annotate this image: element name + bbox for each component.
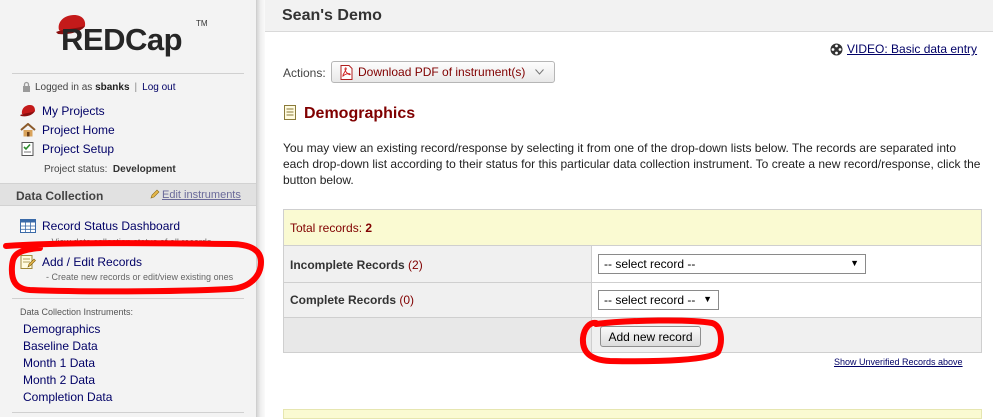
incomplete-records-label: Incomplete Records (2): [290, 258, 423, 272]
add-edit-records-label[interactable]: Add / Edit Records: [42, 255, 142, 269]
complete-records-text: Complete Records: [290, 293, 397, 307]
data-collection-header: Data Collection Edit instruments: [0, 183, 256, 206]
complete-records-row: Complete Records (0) -- select record --…: [284, 283, 981, 318]
pencil-icon: [150, 189, 160, 199]
incomplete-records-count: (2): [408, 258, 423, 272]
dropdown-arrow-icon: ▼: [850, 258, 859, 268]
video-link[interactable]: VIDEO: Basic data entry: [830, 42, 977, 56]
complete-record-select[interactable]: -- select record -- ▼: [598, 290, 719, 310]
edit-form-icon: [20, 255, 36, 269]
complete-records-label: Complete Records (0): [290, 293, 414, 307]
login-row: Logged in as sbanks | Log out: [22, 81, 176, 93]
pipe-separator: |: [134, 82, 138, 93]
nav-my-projects-label[interactable]: My Projects: [42, 104, 105, 118]
actions-label: Actions:: [283, 66, 326, 80]
red-hat-icon: [20, 105, 35, 117]
instrument-month-1-data[interactable]: Month 1 Data: [23, 356, 95, 370]
home-icon: [20, 123, 36, 137]
instrument-link[interactable]: Completion Data: [23, 390, 112, 404]
project-status-label: Project status:: [44, 164, 108, 175]
incomplete-select-value: -- select record --: [604, 257, 696, 271]
complete-select-value: -- select record --: [604, 293, 696, 307]
dropdown-arrow-icon: ▼: [703, 294, 712, 304]
logo-tm: TM: [196, 19, 208, 28]
instrument-heading: Demographics: [284, 105, 415, 123]
lock-icon: [23, 81, 30, 92]
total-records-value: 2: [365, 221, 373, 235]
total-records-row: Total records: 2: [284, 210, 981, 246]
nav-project-home-label[interactable]: Project Home: [42, 123, 115, 137]
instrument-month-2-data[interactable]: Month 2 Data: [23, 373, 95, 387]
instrument-heading-text: Demographics: [304, 105, 416, 122]
edit-instruments-label[interactable]: Edit instruments: [162, 189, 241, 201]
instrument-completion-data[interactable]: Completion Data: [23, 390, 112, 404]
nav-project-setup-label[interactable]: Project Setup: [42, 142, 114, 156]
complete-records-cell: -- select record -- ▼: [592, 283, 981, 317]
incomplete-records-row: Incomplete Records (2) -- select record …: [284, 246, 981, 283]
next-section-box: [283, 409, 982, 419]
instrument-baseline-data[interactable]: Baseline Data: [23, 339, 98, 353]
sidebar-shadow: [257, 0, 265, 417]
nav-project-home[interactable]: Project Home: [20, 123, 115, 137]
nav-project-setup[interactable]: Project Setup: [20, 142, 114, 156]
login-prefix: Logged in as: [35, 82, 93, 93]
nav-my-projects[interactable]: My Projects: [20, 104, 105, 118]
divider: [12, 412, 244, 413]
data-collection-title: Data Collection: [16, 189, 104, 203]
project-title: Sean's Demo: [282, 7, 382, 24]
add-new-record-button[interactable]: Add new record: [600, 326, 701, 347]
film-reel-icon: [830, 43, 843, 56]
project-status: Project status: Development: [44, 164, 176, 175]
instrument-link[interactable]: Baseline Data: [23, 339, 98, 353]
instrument-link[interactable]: Month 2 Data: [23, 373, 95, 387]
checklist-icon: [21, 142, 34, 156]
logout-link[interactable]: Log out: [142, 82, 175, 93]
intro-text: You may view an existing record/response…: [283, 141, 981, 187]
instruments-title: Data Collection Instruments:: [20, 307, 134, 317]
username: sbanks: [95, 82, 130, 93]
download-pdf-label: Download PDF of instrument(s): [358, 65, 526, 79]
instrument-link[interactable]: Month 1 Data: [23, 356, 95, 370]
add-edit-desc: - Create new records or edit/view existi…: [46, 272, 234, 282]
pdf-icon: [340, 65, 353, 80]
incomplete-record-select[interactable]: -- select record -- ▼: [598, 254, 866, 274]
redcap-logo[interactable]: REDCap TM: [55, 12, 215, 62]
record-status-dashboard-label[interactable]: Record Status Dashboard: [42, 219, 180, 233]
divider: [12, 298, 244, 299]
divider: [12, 73, 244, 74]
total-records-label: Total records:: [290, 221, 363, 235]
project-status-value: Development: [112, 164, 176, 175]
chevron-down-icon: [535, 69, 544, 75]
records-table: Total records: 2 Incomplete Records (2) …: [283, 209, 982, 353]
download-pdf-button[interactable]: Download PDF of instrument(s): [331, 61, 555, 83]
nav-add-edit-records[interactable]: Add / Edit Records: [20, 255, 142, 269]
show-unverified-link[interactable]: Show Unverified Records above: [834, 357, 963, 367]
total-records: Total records: 2: [290, 221, 372, 235]
complete-records-count: (0): [399, 293, 415, 307]
edit-instruments-link[interactable]: Edit instruments: [150, 189, 241, 201]
project-title-bar: Sean's Demo: [265, 0, 993, 32]
record-status-desc: - View data collection status of all rec…: [46, 237, 212, 247]
logo-text: REDCap: [61, 22, 183, 57]
form-icon: [284, 105, 296, 120]
incomplete-records-cell: -- select record -- ▼: [592, 246, 981, 282]
show-unverified-label[interactable]: Show Unverified Records above: [834, 357, 963, 367]
video-link-label[interactable]: VIDEO: Basic data entry: [847, 42, 977, 56]
instrument-link[interactable]: Demographics: [23, 322, 100, 336]
table-grid-icon: [20, 219, 36, 233]
add-record-row: Add new record: [284, 318, 981, 352]
instrument-demographics[interactable]: Demographics: [23, 322, 100, 336]
sidebar: REDCap TM Logged in as sbanks | Log out My…: [0, 0, 257, 417]
incomplete-records-text: Incomplete Records: [290, 258, 405, 272]
nav-record-status-dashboard[interactable]: Record Status Dashboard: [20, 219, 180, 233]
